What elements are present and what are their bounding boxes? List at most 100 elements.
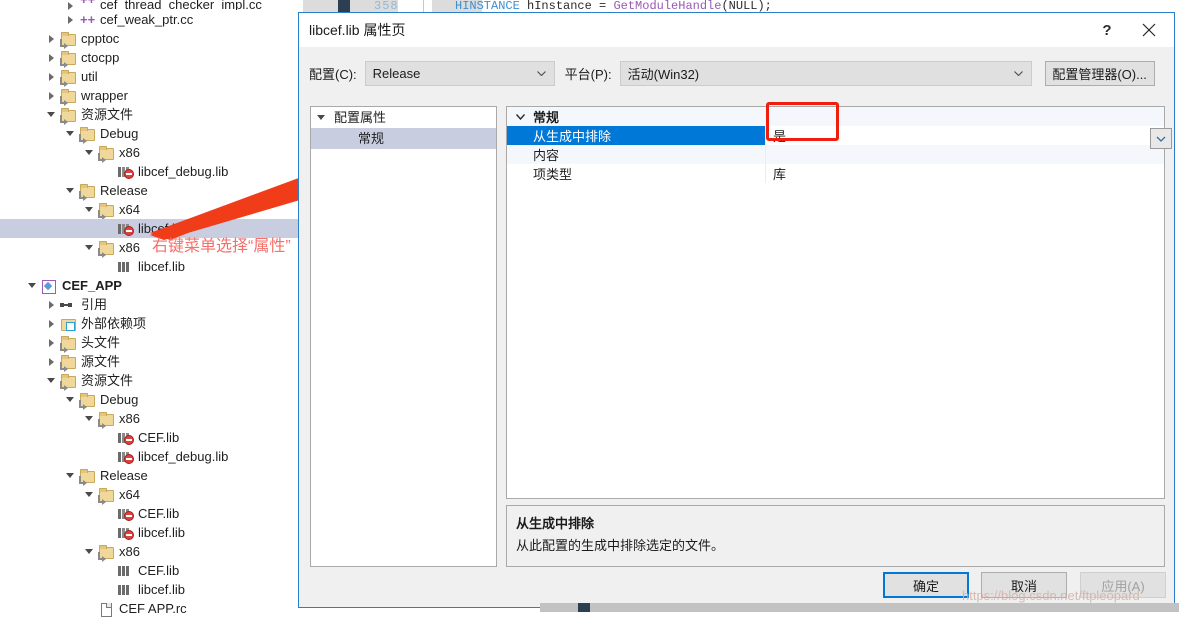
property-value[interactable]: 是	[765, 126, 1164, 145]
tree-item-x64[interactable]: x64	[0, 200, 300, 220]
project-icon	[41, 279, 57, 294]
tree-item-libcef.lib[interactable]: libcef.lib	[0, 580, 300, 599]
tree-expander-icon[interactable]	[65, 0, 76, 10]
tree-item-cef.lib[interactable]: CEF.lib	[0, 504, 300, 523]
tree-expander-icon[interactable]	[46, 337, 57, 348]
tree-item-libcef.lib[interactable]: libcef.lib	[0, 523, 300, 542]
help-icon[interactable]: ?	[1092, 19, 1122, 41]
tree-item-资源文件[interactable]: 资源文件	[0, 371, 300, 391]
tree-item-wrapper[interactable]: wrapper	[0, 86, 300, 106]
tree-expander-icon[interactable]	[46, 356, 57, 367]
tree-item-libcef_debug.lib[interactable]: libcef_debug.lib	[0, 162, 300, 181]
property-row[interactable]: 从生成中排除是	[507, 126, 1164, 145]
tree-expander-icon[interactable]	[84, 489, 95, 500]
tree-expander-icon[interactable]	[65, 128, 76, 139]
tree-item-cef.lib[interactable]: CEF.lib	[0, 428, 300, 447]
tree-expander-icon[interactable]	[46, 90, 57, 101]
tree-item-cef_weak_ptr.cc[interactable]: cef_weak_ptr.cc	[0, 10, 300, 29]
dialog-title: libcef.lib 属性页	[309, 22, 406, 38]
tree-item-资源文件[interactable]: 资源文件	[0, 105, 300, 125]
platform-dropdown[interactable]: 活动(Win32)	[619, 60, 1032, 86]
tree-item-libcef.lib[interactable]: libcef.lib	[0, 257, 300, 276]
tree-expander-icon[interactable]	[46, 299, 57, 310]
tree-expander-icon[interactable]	[65, 394, 76, 405]
folder-icon	[60, 373, 76, 391]
property-value-dropdown-button[interactable]	[1150, 128, 1172, 149]
folder-icon	[60, 354, 76, 372]
tree-expander-icon[interactable]	[46, 52, 57, 63]
property-row[interactable]: 内容	[507, 145, 1164, 164]
close-icon[interactable]	[1132, 18, 1166, 42]
lib-icon	[117, 260, 133, 274]
property-name: 内容	[533, 148, 560, 163]
tree-expander-icon[interactable]	[65, 470, 76, 481]
tree-expander-icon[interactable]	[46, 33, 57, 44]
dialog-category-general[interactable]: 常规	[311, 128, 496, 149]
property-column-divider	[765, 164, 766, 183]
tree-expander-icon[interactable]	[84, 242, 95, 253]
tree-item-cef-app.rc[interactable]: CEF APP.rc	[0, 599, 300, 618]
tree-item-x64[interactable]: x64	[0, 485, 300, 505]
tree-expander-icon[interactable]	[84, 204, 95, 215]
lib-excluded-icon	[117, 431, 134, 445]
lib-excluded-icon	[117, 526, 134, 540]
property-row[interactable]: 项类型 库	[507, 164, 1164, 183]
tree-expander-icon[interactable]	[65, 14, 76, 25]
tree-item-头文件[interactable]: 头文件	[0, 333, 300, 353]
tree-expander-icon[interactable]	[46, 109, 57, 120]
lib-excluded-icon	[117, 222, 134, 236]
tree-item-label: cef_weak_ptr.cc	[100, 12, 194, 27]
lib-excluded-icon	[117, 450, 134, 464]
tree-item-label: Debug	[100, 392, 139, 407]
tree-item-引用[interactable]: 引用	[0, 295, 300, 314]
property-grid[interactable]: 常规 从生成中排除是内容项类型 库	[506, 106, 1165, 499]
tree-expander-icon[interactable]	[84, 546, 95, 557]
configuration-manager-button[interactable]: 配置管理器(O)...	[1044, 60, 1155, 86]
tree-item-debug[interactable]: Debug	[0, 390, 300, 410]
tree-item-label: 资源文件	[81, 107, 134, 122]
dialog-category-label: 常规	[358, 131, 385, 146]
tree-item-release[interactable]: Release	[0, 466, 300, 486]
tree-expander-icon[interactable]	[46, 375, 57, 386]
tree-item-x86[interactable]: x86	[0, 143, 300, 163]
tree-item-ctocpp[interactable]: ctocpp	[0, 48, 300, 68]
tree-expander-icon[interactable]	[27, 280, 38, 291]
property-group-header[interactable]: 常规	[507, 107, 1164, 126]
tree-item-外部依赖项[interactable]: 外部依赖项	[0, 314, 300, 333]
tree-item-cef_thread_checker_impl.cc[interactable]: cef_thread_checker_impl.cc	[0, 0, 300, 10]
tree-expander-icon[interactable]	[46, 71, 57, 82]
lib-excluded-icon	[117, 507, 134, 521]
property-value[interactable]: 库	[765, 164, 1164, 183]
tree-item-label: 源文件	[81, 354, 121, 369]
tree-item-release[interactable]: Release	[0, 181, 300, 201]
tree-item-util[interactable]: util	[0, 67, 300, 87]
external-deps-icon	[60, 317, 76, 331]
ok-button[interactable]: 确定	[883, 572, 969, 598]
tree-item-x86[interactable]: x86	[0, 542, 300, 562]
tree-item-libcef_debug.lib[interactable]: libcef_debug.lib	[0, 447, 300, 466]
dialog-config-header: 配置(C): Release 平台(P): 活动(Win32) 配置管理器(O)…	[299, 47, 1174, 99]
solution-explorer-tree[interactable]: cef_thread_checker_impl.cc cef_weak_ptr.c…	[0, 0, 300, 617]
editor-tab-chip-active	[338, 0, 350, 12]
tree-item-cpptoc[interactable]: cpptoc	[0, 29, 300, 49]
tree-item-label: libcef.lib	[138, 582, 185, 597]
tree-expander-icon[interactable]	[315, 111, 328, 124]
dialog-category-configuration-properties[interactable]: 配置属性	[311, 107, 496, 128]
tree-expander-icon[interactable]	[84, 147, 95, 158]
tree-item-x86[interactable]: x86	[0, 409, 300, 429]
property-name: 从生成中排除	[507, 126, 765, 145]
config-dropdown[interactable]: Release	[364, 60, 555, 86]
tree-item-label: CEF.lib	[138, 563, 180, 578]
dialog-category-tree[interactable]: 配置属性常规	[310, 106, 497, 567]
tree-expander-icon[interactable]	[46, 318, 57, 329]
property-name: 项类型	[533, 167, 573, 182]
tree-item-debug[interactable]: Debug	[0, 124, 300, 144]
tree-expander-icon[interactable]	[84, 413, 95, 424]
tree-item-cef_app[interactable]: CEF_APP	[0, 276, 300, 295]
tree-expander-icon[interactable]	[65, 185, 76, 196]
tree-item-源文件[interactable]: 源文件	[0, 352, 300, 372]
config-value: Release	[372, 65, 421, 81]
tree-item-cef.lib[interactable]: CEF.lib	[0, 561, 300, 580]
